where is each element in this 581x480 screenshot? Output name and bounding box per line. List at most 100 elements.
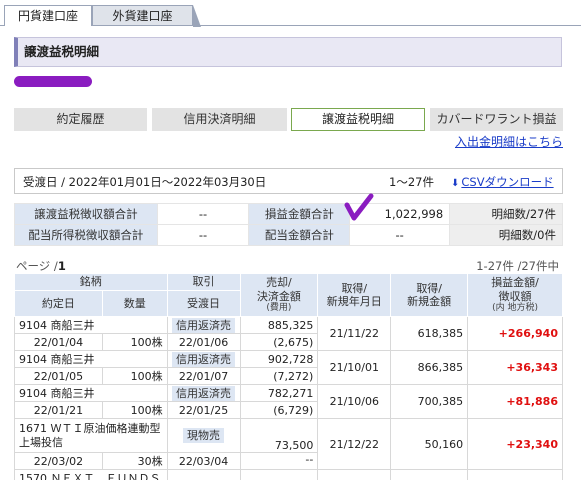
delivery-date: 22/01/07: [166, 367, 241, 385]
quantity: 100株: [101, 367, 168, 385]
trade-type-cell: [166, 469, 241, 480]
acquisition-amount: 700,385: [390, 384, 469, 419]
capital-gains-tax-total-value: --: [156, 203, 250, 225]
table-row: 9104 商船三井 信用返済売 885,325 21/11/22 618,385…: [14, 316, 563, 351]
fee-amount: --: [239, 452, 319, 470]
dividend-total-value: --: [349, 224, 451, 246]
sale-amount: [239, 469, 319, 480]
profit-loss: +266,940: [467, 316, 563, 351]
transactions-table: 銘柄 取引 売却/ 決済金額 (費用) 取得/ 新規年月日 取得/ 新規金額 損…: [14, 273, 563, 480]
trade-header: 取引: [166, 273, 241, 291]
deposit-withdrawal-link[interactable]: 入出金明細はこちら: [455, 133, 563, 150]
sale-amount: 885,325: [239, 316, 319, 334]
csv-download-link[interactable]: ⬇ CSVダウンロード: [451, 174, 554, 190]
trade-type: 現物売: [183, 428, 225, 443]
capital-gains-tax-total-label: 譲渡益税徴収額合計: [14, 203, 158, 225]
acquisition-date: 21/10/06: [317, 384, 392, 419]
date-range-label: 受渡日 / 2022年01月01日〜2022年03月30日: [23, 175, 267, 189]
security-name: 9104 商船三井: [14, 350, 168, 368]
acquisition-date: 21/10/01: [317, 350, 392, 385]
security-name: 9104 商船三井: [14, 384, 168, 402]
sale-header-sub: (費用): [266, 302, 292, 313]
margin-settlement-button[interactable]: 信用決済明細: [152, 108, 287, 131]
tab-foreign-currency-account[interactable]: 外貨建口座: [92, 5, 201, 27]
redacted-text-mark: [14, 76, 92, 87]
acquisition-date: 21/11/22: [317, 316, 392, 351]
table-row: 1570 ＮＥＸＴ ＦＵＮＤＳ: [14, 469, 563, 480]
acquisition-date: 21/12/22: [317, 418, 392, 470]
trade-type-cell: 信用返済売: [166, 384, 241, 402]
trade-type-cell: 信用返済売: [166, 316, 241, 334]
date-range-bar: 受渡日 / 2022年01月01日〜2022年03月30日 1〜27件 ⬇ CSV…: [14, 168, 563, 194]
page-indicator: ページ /1: [16, 258, 66, 274]
contract-date-header: 約定日: [14, 290, 103, 317]
sale-amount-header: 売却/ 決済金額 (費用): [239, 273, 319, 317]
sale-header-line2: 決済金額: [256, 289, 301, 303]
trade-type: 信用返済売: [172, 317, 236, 333]
acquisition-amount: 618,385: [390, 316, 469, 351]
profit-loss: +23,340: [467, 418, 563, 470]
acq-date-header-line2: 新規年月日: [326, 295, 382, 308]
results-count: 1-27件 /27件中: [476, 259, 559, 273]
download-arrow-icon: ⬇: [451, 178, 460, 189]
summary-row: 譲渡益税徴収額合計 -- 損益金額合計 1,022,998 明細数/27件: [14, 203, 563, 225]
acquisition-amount: 866,385: [390, 350, 469, 385]
security-name: 1570 ＮＥＸＴ ＦＵＮＤＳ: [14, 469, 168, 480]
summary-row: 配当所得税徴収額合計 -- 配当金額合計 -- 明細数/0件: [14, 224, 563, 246]
contract-date: 22/01/04: [14, 333, 103, 351]
quantity: 30株: [101, 452, 168, 470]
pl-header-sub: (内 地方税): [492, 302, 538, 313]
acq-amt-header-line2: 新規金額: [407, 295, 452, 308]
page-number: 1: [57, 259, 66, 273]
security-name: 9104 商船三井: [14, 316, 168, 334]
page-title: 譲渡益税明細: [14, 37, 562, 67]
acquisition-amount: 50,160: [390, 418, 469, 470]
csv-download-label: CSVダウンロード: [461, 175, 554, 189]
table-row: 9104 商船三井 信用返済売 902,728 21/10/01 866,385…: [14, 350, 563, 385]
delivery-date: 22/01/06: [166, 333, 241, 351]
trade-type: 信用返済売: [172, 385, 236, 401]
fee-amount: (6,729): [239, 401, 319, 419]
profit-loss: [467, 469, 563, 480]
sale-amount: 902,728: [239, 350, 319, 368]
delivery-date: 22/03/04: [166, 452, 241, 470]
sale-amount: 782,271: [239, 384, 319, 402]
pl-total-label: 損益金額合計: [248, 203, 351, 225]
fee-amount: (2,675): [239, 333, 319, 351]
contract-date: 22/01/05: [14, 367, 103, 385]
table-header-row: 銘柄 取引 売却/ 決済金額 (費用) 取得/ 新規年月日 取得/ 新規金額 損…: [14, 273, 563, 317]
acquisition-date-header: 取得/ 新規年月日: [317, 273, 392, 317]
covered-warrant-pl-button[interactable]: カバードワラント損益: [430, 108, 563, 131]
security-header: 銘柄: [14, 273, 168, 291]
sale-header-line1: 売却/: [266, 276, 292, 290]
dividend-tax-total-value: --: [156, 224, 250, 246]
contract-history-button[interactable]: 約定履歴: [14, 108, 147, 131]
security-name-line2: 上場投信: [19, 435, 63, 449]
capital-gains-tax-button[interactable]: 譲渡益税明細: [291, 108, 425, 131]
record-range-count: 1〜27件: [389, 175, 434, 189]
quantity: 100株: [101, 333, 168, 351]
dividend-tax-total-label: 配当所得税徴収額合計: [14, 224, 158, 246]
security-name-line1: 1671 ＷＴＩ原油価格連動型: [19, 421, 161, 435]
contract-date: 22/01/21: [14, 401, 103, 419]
summary-table: 譲渡益税徴収額合計 -- 損益金額合計 1,022,998 明細数/27件 配当…: [14, 203, 563, 246]
table-row: 9104 商船三井 信用返済売 782,271 21/10/06 700,385…: [14, 384, 563, 419]
trade-type-cell: 現物売: [166, 418, 241, 453]
profit-loss: +36,343: [467, 350, 563, 385]
fee-amount: (7,272): [239, 367, 319, 385]
pl-header-line2: 徴収額: [498, 289, 532, 303]
acquisition-date: [317, 469, 392, 480]
security-name: 1671 ＷＴＩ原油価格連動型 上場投信: [14, 418, 168, 453]
trade-type: 信用返済売: [172, 351, 236, 367]
delivery-date: 22/01/25: [166, 401, 241, 419]
quantity: 100株: [101, 401, 168, 419]
acq-amt-header-line1: 取得/: [416, 281, 443, 295]
pl-header: 損益金額/ 徴収額 (内 地方税): [467, 273, 563, 317]
check-mark-annotation-icon: [344, 193, 374, 221]
page-label: ページ /: [16, 259, 58, 273]
profit-loss: +81,886: [467, 384, 563, 419]
trade-type-cell: 信用返済売: [166, 350, 241, 368]
detail-count: 明細数/0件: [449, 224, 563, 246]
quantity-header: 数量: [101, 290, 168, 317]
tab-yen-account[interactable]: 円貨建口座: [4, 5, 92, 26]
